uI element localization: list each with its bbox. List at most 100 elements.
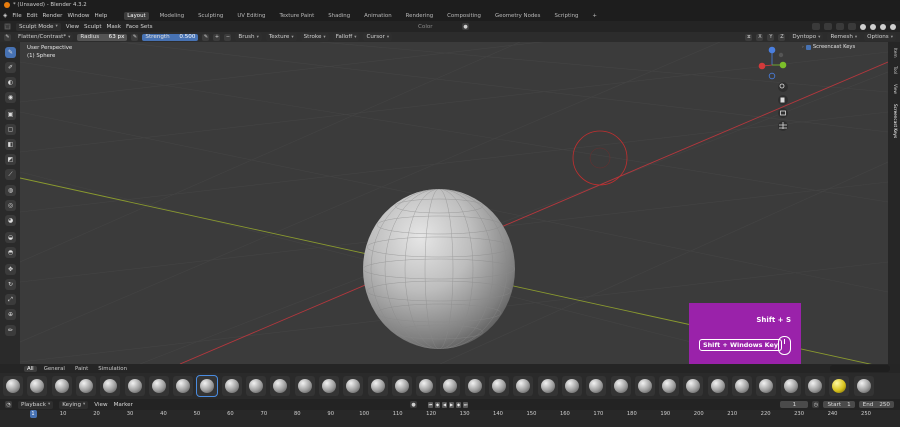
move-tool-icon[interactable]: ✥: [5, 264, 16, 275]
brush-thumbnail[interactable]: [732, 376, 752, 396]
tab-rendering[interactable]: Rendering: [403, 12, 437, 20]
scale-tool-icon[interactable]: ⤢: [5, 294, 16, 305]
rotate-tool-icon[interactable]: ↻: [5, 279, 16, 290]
color-mode-icon[interactable]: ●: [462, 23, 469, 30]
brush-thumbnail[interactable]: [464, 376, 485, 396]
blender-menu-icon[interactable]: ◈: [3, 13, 7, 19]
brush-thumbnail[interactable]: [853, 376, 874, 396]
brush-thumbnail[interactable]: [51, 376, 72, 396]
mode-dropdown[interactable]: Sculpt Mode ▾: [16, 22, 61, 31]
edit-face-set-tool-icon[interactable]: ◒: [5, 232, 16, 243]
remesh-menu[interactable]: Remesh ▾: [827, 33, 861, 41]
tab-layout[interactable]: Layout: [124, 11, 149, 20]
brush-thumbnail[interactable]: [196, 375, 219, 397]
tab-sculpting[interactable]: Sculpting: [195, 12, 226, 20]
tab-compositing[interactable]: Compositing: [444, 12, 484, 20]
brush-thumbnail[interactable]: [270, 376, 291, 396]
brush-thumbnail[interactable]: [148, 376, 169, 396]
clock-icon[interactable]: ◔: [5, 401, 12, 408]
end-frame-field[interactable]: End 250: [858, 401, 894, 408]
brush-thumbnail[interactable]: [513, 376, 534, 396]
current-frame-field[interactable]: 1: [780, 401, 809, 408]
axis-z-toggle[interactable]: Z: [778, 33, 786, 41]
brush-thumbnail[interactable]: [75, 376, 96, 396]
menu-sculpt[interactable]: Sculpt: [84, 24, 101, 30]
brush-thumbnail[interactable]: [173, 376, 194, 396]
xray-toggle-icon[interactable]: [848, 23, 856, 30]
menu-help[interactable]: Help: [95, 13, 108, 19]
line-project-tool-icon[interactable]: ⟋: [5, 169, 16, 180]
paint-tool-icon[interactable]: ✐: [5, 62, 16, 73]
tab-shading[interactable]: Shading: [325, 12, 353, 20]
auto-keying-icon[interactable]: ●: [410, 401, 417, 408]
color-dropdown[interactable]: Color: [418, 24, 433, 30]
brush-thumbnail[interactable]: [634, 376, 655, 396]
direction-add-icon[interactable]: +: [213, 33, 221, 41]
brush-thumbnail[interactable]: [756, 376, 777, 396]
symmetry-icon[interactable]: ⧖: [745, 33, 753, 41]
prev-key-icon[interactable]: ◆: [435, 401, 440, 408]
face-set-tool-icon[interactable]: ◉: [5, 92, 16, 103]
asset-tab-general[interactable]: General: [41, 366, 68, 372]
tab-animation[interactable]: Animation: [361, 12, 394, 20]
options-menu[interactable]: Options ▾: [864, 33, 896, 41]
brush-thumbnail[interactable]: [683, 376, 704, 396]
overlay-toggle-icon[interactable]: [836, 23, 844, 30]
mask-by-color-tool-icon[interactable]: ◓: [5, 247, 16, 258]
play-icon[interactable]: ▶: [449, 401, 454, 408]
asset-tab-simulation[interactable]: Simulation: [95, 366, 130, 372]
direction-subtract-icon[interactable]: −: [224, 33, 232, 41]
keying-menu[interactable]: Keying ▾: [59, 400, 89, 409]
brush-thumbnail[interactable]: [537, 376, 558, 396]
brush-thumbnail[interactable]: [780, 376, 801, 396]
stroke-menu[interactable]: Stroke ▾: [300, 33, 329, 41]
texture-menu[interactable]: Texture ▾: [265, 33, 297, 41]
menu-render[interactable]: Render: [43, 13, 63, 19]
brush-thumbnail[interactable]: [659, 376, 680, 396]
brush-thumbnail[interactable]: [707, 376, 728, 396]
brush-thumbnail[interactable]: [804, 376, 825, 396]
tab-tool[interactable]: Tool: [890, 66, 898, 74]
menu-face-sets[interactable]: Face Sets: [126, 24, 153, 30]
tab-geometry-nodes[interactable]: Geometry Nodes: [492, 12, 543, 20]
dyntopo-menu[interactable]: Dyntopo ▾: [789, 33, 824, 41]
brush-thumbnail[interactable]: [124, 376, 145, 396]
brush-thumbnail[interactable]: [343, 376, 364, 396]
annotate-tool-icon[interactable]: ✏: [5, 325, 16, 336]
menu-view[interactable]: View: [66, 24, 79, 30]
tab-scripting[interactable]: Scripting: [551, 12, 581, 20]
shading-rendered-icon[interactable]: [890, 23, 896, 30]
cursor-menu[interactable]: Cursor ▾: [363, 33, 393, 41]
cloth-filter-tool-icon[interactable]: ◎: [5, 200, 16, 211]
brush-thumbnail[interactable]: [610, 376, 631, 396]
color-filter-tool-icon[interactable]: ◕: [5, 215, 16, 226]
asset-tab-paint[interactable]: Paint: [72, 366, 91, 372]
draw-brush-tool-icon[interactable]: ✎: [5, 47, 16, 58]
mesh-filter-tool-icon[interactable]: ◍: [5, 185, 16, 196]
preview-range-icon[interactable]: ◷: [812, 401, 820, 408]
box-hide-tool-icon[interactable]: ▢: [5, 124, 16, 135]
shading-material-icon[interactable]: [880, 23, 886, 30]
falloff-menu[interactable]: Falloff ▾: [332, 33, 360, 41]
navigation-gizmo[interactable]: [758, 46, 787, 80]
asset-tab-all[interactable]: All: [24, 365, 37, 372]
shading-solid-icon[interactable]: [870, 23, 876, 30]
tab-item[interactable]: Item: [890, 48, 898, 58]
brush-thumbnail[interactable]: [246, 376, 266, 396]
brush-menu[interactable]: Brush ▾: [235, 33, 262, 41]
brush-thumbnail[interactable]: [3, 376, 23, 396]
mask-tool-icon[interactable]: ◐: [5, 77, 16, 88]
add-workspace-button[interactable]: +: [589, 12, 600, 20]
brush-thumbnail[interactable]: [294, 376, 315, 396]
timeline-ruler[interactable]: 1 10 20 30 40 50 60 70 80 90 100 110 120 130 140 150 160…: [0, 410, 900, 427]
axis-x-toggle[interactable]: X: [756, 33, 764, 41]
brush-thumbnail[interactable]: [221, 376, 242, 396]
brush-thumbnail[interactable]: [416, 376, 437, 396]
tab-view[interactable]: View: [890, 84, 898, 94]
tab-modeling[interactable]: Modeling: [157, 12, 188, 20]
visibility-icon[interactable]: [812, 23, 820, 30]
tab-screencast-keys[interactable]: Screencast Keys: [890, 104, 898, 138]
brush-thumbnail[interactable]: [489, 376, 509, 396]
menu-window[interactable]: Window: [67, 13, 89, 19]
play-reverse-icon[interactable]: ◀: [442, 401, 447, 408]
